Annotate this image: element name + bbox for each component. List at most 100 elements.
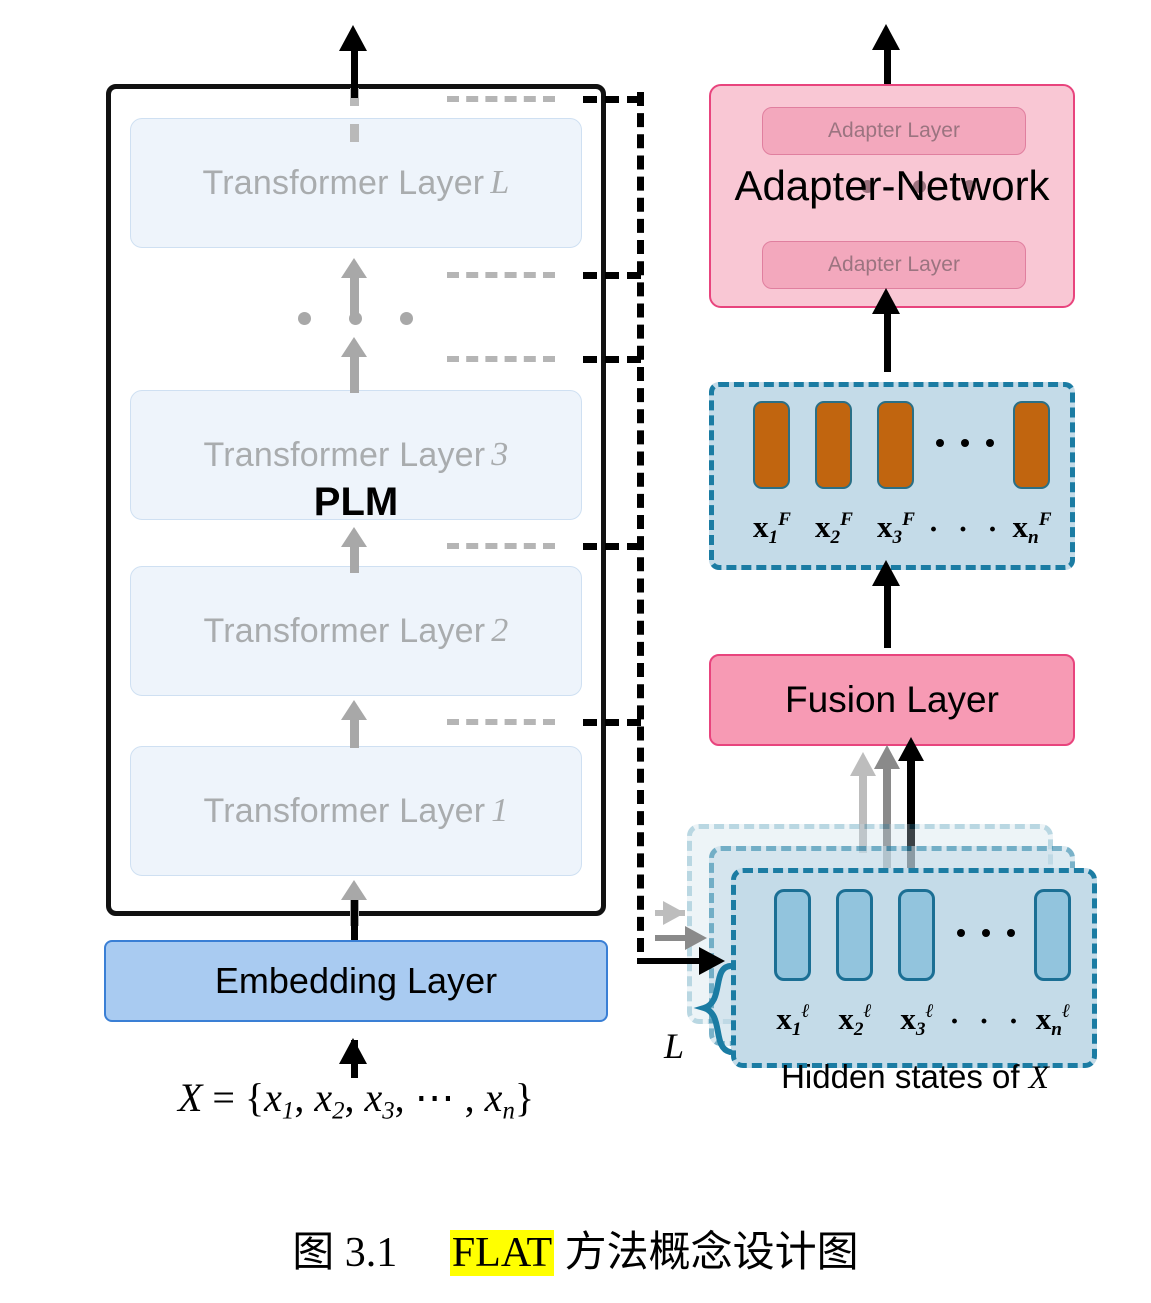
plm-tap-gray-stub-4 (447, 272, 555, 278)
hidden-label-sup-3: ℓ (925, 1001, 934, 1023)
figure-caption-number: 图 3.1 (292, 1230, 398, 1276)
plm-arrow-head-2 (341, 337, 367, 357)
transformer-layer-L-index: L (490, 164, 510, 201)
transformer-layer-L-label: Transformer Layer (202, 163, 485, 202)
fusion-cell-label-1: x1F (744, 509, 800, 549)
plm-arrow-stem-1 (350, 545, 359, 573)
plm-tap-gray-stub-L (447, 96, 555, 102)
plm-arrow-stem-2 (350, 355, 359, 393)
transformer-layer-1-label: Transformer Layer (203, 791, 486, 830)
plm-tap-gray-stub-1 (447, 719, 555, 725)
figure-root: Transformer Layer L Transformer Layer 3 Tr… (0, 0, 1151, 1303)
fusion-cell-1 (753, 401, 790, 489)
fusion-label-sub-2: 2 (830, 526, 841, 548)
stack-count-label: L (664, 1026, 685, 1066)
figure-caption-text: 方法概念设计图 (564, 1230, 859, 1276)
hidden-cell-1 (774, 889, 811, 981)
fusion-cell-2 (815, 401, 852, 489)
embedding-input-arrow-head (339, 1038, 367, 1064)
fusion-layer[interactable]: Fusion Layer (709, 654, 1075, 746)
hidden-label-base-2: x (838, 1001, 854, 1036)
hidden-input-head-light (663, 901, 685, 925)
fusion-label-sub-n: n (1028, 526, 1039, 548)
fusion-label-sup-1: F (778, 509, 791, 531)
fusion-label-sup-3: F (902, 509, 915, 531)
plm-arrow-head-emb (341, 880, 367, 900)
hidden-cell-n (1034, 889, 1071, 981)
fusion-input-head-mid (874, 745, 900, 769)
hidden-labels-ellipsis: · · · (949, 1005, 1025, 1038)
fusion-label-sup-2: F (840, 509, 853, 531)
fusion-cell-label-3: x3F (868, 509, 924, 549)
hidden-label-sup-n: ℓ (1061, 1001, 1071, 1023)
plm-output-arrow-stem (351, 48, 358, 98)
adapter-layer-top[interactable]: Adapter Layer (762, 107, 1026, 155)
hidden-cell-2 (836, 889, 873, 981)
hidden-label-sub-n: n (1051, 1018, 1062, 1040)
fusion-cells-ellipsis (936, 439, 994, 447)
adapter-output-arrow-stem (884, 46, 891, 88)
fusion-states-input-arrow-stem (884, 584, 891, 648)
input-formula: X = {x1, x2, x3, ⋯ , xn} (106, 1074, 606, 1125)
plm-tap-stub-1 (583, 719, 641, 726)
embedding-output-stem (351, 900, 358, 942)
plm-label: PLM (313, 480, 399, 524)
plm-arrow-head-1 (341, 527, 367, 547)
transformer-layer-1: Transformer Layer 1 (130, 746, 582, 876)
hidden-label-base-n: x (1035, 1001, 1052, 1036)
fusion-layer-label: Fusion Layer (785, 679, 999, 720)
figure-caption: 图 3.1 FLAT 方法概念设计图 (0, 1218, 1151, 1279)
hidden-label-base-3: x (900, 1001, 916, 1036)
plm-tap-gray-stub-3 (447, 356, 555, 362)
plm-tap-stub-3 (583, 356, 641, 363)
transformer-layer-2-label: Transformer Layer (203, 611, 486, 650)
dashed-connector-spine (637, 92, 644, 952)
hidden-states-caption-symbol: X (1028, 1060, 1049, 1096)
fusion-label-base-3: x (877, 509, 893, 544)
adapter-input-arrow-stem (884, 310, 891, 372)
embedding-layer-label: Embedding Layer (214, 960, 498, 1001)
hidden-states-box-front: x1ℓ x2ℓ x3ℓ · · · xnℓ (731, 868, 1097, 1068)
fusion-label-base-2: x (815, 509, 831, 544)
input-set: {x1, x2, x3, ⋯ , xn} (244, 1075, 535, 1125)
hidden-label-base-1: x (776, 1001, 792, 1036)
equals-sign: = (212, 1075, 235, 1120)
hidden-label-sub-1: 1 (791, 1018, 802, 1040)
fusion-label-sub-3: 3 (892, 526, 903, 548)
fusion-label-base-1: x (753, 509, 769, 544)
plm-arrow-head-3 (341, 258, 367, 278)
input-symbol-X: X (177, 1075, 203, 1120)
hidden-label-sub-2: 2 (853, 1018, 864, 1040)
plm-tap-gray-stub-2 (447, 543, 555, 549)
fusion-input-head-dark (898, 737, 924, 761)
plm-ellipsis-dot-1 (298, 312, 311, 325)
fusion-labels-ellipsis: · · · (928, 513, 1004, 546)
adapter-layer-top-label: Adapter Layer (828, 119, 960, 142)
transformer-layer-2-index: 2 (491, 612, 509, 649)
adapter-network-title: Adapter-Network (734, 162, 1050, 209)
plm-arrow-head-0 (341, 700, 367, 720)
fusion-label-sup-n: F (1038, 509, 1052, 531)
transformer-layer-3-label: Transformer Layer (203, 435, 486, 474)
hidden-cell-label-2: x2ℓ (827, 1001, 883, 1041)
hidden-label-sup-2: ℓ (863, 1001, 872, 1023)
plm-arrow-stem-0 (350, 718, 359, 748)
hidden-cell-label-n: xnℓ (1025, 1001, 1081, 1041)
transformer-layer-2: Transformer Layer 2 (130, 566, 582, 696)
plm-ellipsis-dot-3 (400, 312, 413, 325)
transformer-layer-3-index: 3 (491, 436, 509, 473)
plm-tap-stub-L (583, 96, 641, 103)
hidden-states-caption: Hidden states of X (715, 1058, 1115, 1097)
transformer-layer-1-index: 1 (491, 792, 509, 829)
fusion-label-base-n: x (1012, 509, 1029, 544)
hidden-states-caption-text: Hidden states of (781, 1058, 1020, 1095)
hidden-cell-label-1: x1ℓ (765, 1001, 821, 1041)
fusion-states-box: x1F x2F x3F · · · xnF (709, 382, 1075, 570)
fusion-cell-label-n: xnF (1004, 509, 1060, 549)
fusion-label-sub-1: 1 (768, 526, 779, 548)
adapter-layer-bottom[interactable]: Adapter Layer (762, 241, 1026, 289)
figure-caption-highlight: FLAT (449, 1230, 555, 1276)
hidden-cell-3 (898, 889, 935, 981)
embedding-layer[interactable]: Embedding Layer (104, 940, 608, 1022)
plm-tap-stub-4 (583, 272, 641, 279)
